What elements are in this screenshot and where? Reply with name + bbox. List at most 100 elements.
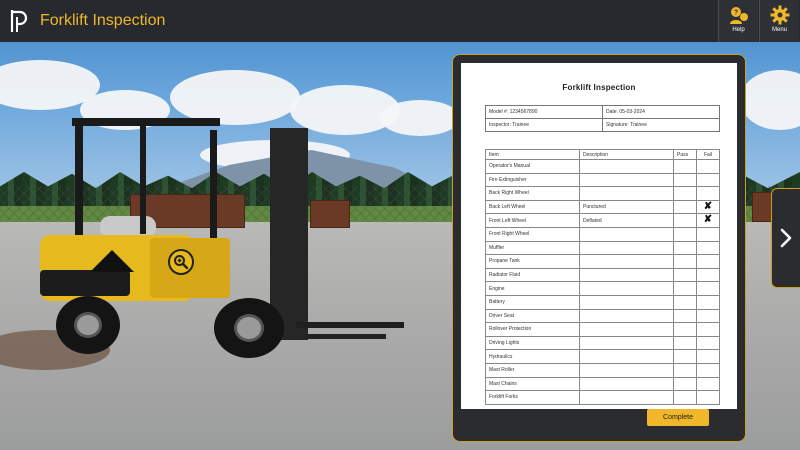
item-cell: Radiator Fluid (484, 267, 581, 283)
menu-button[interactable]: Menu (759, 0, 799, 42)
fail-cell[interactable] (696, 376, 720, 392)
fail-cell[interactable] (696, 362, 720, 378)
inspector-field: Inspector: Trainee (485, 118, 603, 132)
fail-cell[interactable] (696, 172, 720, 188)
fail-check-mark: ✘ (703, 214, 713, 226)
overhead-guard-post (210, 130, 217, 240)
column-header-description: Description (579, 149, 675, 160)
info-table: Model #: 1234567890 Date: 05-03-2024 Ins… (485, 105, 720, 132)
fail-cell[interactable] (696, 186, 720, 201)
fail-cell[interactable] (696, 390, 720, 405)
table-row: Back Left Wheel Punctured ✘ (484, 199, 720, 215)
pass-cell[interactable] (673, 349, 697, 364)
pass-cell[interactable] (673, 226, 697, 242)
description-cell[interactable] (579, 159, 675, 174)
fail-cell[interactable] (696, 226, 720, 242)
table-row: Muffler (484, 240, 720, 256)
date-field: Date: 05-03-2024 (602, 105, 720, 119)
description-cell[interactable]: Punctured (579, 199, 675, 215)
pass-cell[interactable] (673, 322, 697, 337)
cloud (170, 70, 300, 125)
help-icon: ? (729, 7, 748, 24)
description-cell[interactable] (579, 267, 675, 283)
fail-cell[interactable] (696, 281, 720, 296)
description-cell[interactable] (579, 376, 675, 392)
fail-cell[interactable] (696, 267, 720, 283)
inspection-panel: Forklift Inspection Model #: 1234567890 … (452, 54, 746, 442)
description-cell[interactable] (579, 186, 675, 201)
pass-cell[interactable] (673, 199, 697, 215)
gear-icon (770, 5, 789, 25)
overhead-guard-roof (72, 118, 220, 126)
fail-cell[interactable] (696, 294, 720, 310)
column-header-fail: Fail (696, 149, 720, 160)
fail-cell[interactable]: ✘ (696, 199, 720, 215)
pass-cell[interactable] (673, 240, 697, 256)
fail-cell[interactable] (696, 335, 720, 351)
pass-cell[interactable] (673, 308, 697, 324)
table-row: Fire Extinguisher (484, 172, 720, 188)
pass-cell[interactable] (673, 159, 697, 174)
table-row: Back Right Wheel (484, 186, 720, 201)
item-cell: Hydraulics (484, 349, 581, 364)
description-cell[interactable] (579, 362, 675, 378)
item-cell: Mast Chains (484, 376, 581, 392)
complete-button[interactable]: Complete (647, 409, 709, 426)
fail-cell[interactable] (696, 254, 720, 269)
description-cell[interactable] (579, 322, 675, 337)
pass-cell[interactable] (673, 390, 697, 405)
pass-cell[interactable] (673, 254, 697, 269)
description-cell[interactable] (579, 254, 675, 269)
table-header-row: Item Description Pass Fail (484, 149, 720, 160)
fail-check-mark: ✘ (703, 200, 713, 212)
pass-cell[interactable] (673, 362, 697, 378)
description-cell[interactable] (579, 172, 675, 188)
pass-cell[interactable] (673, 172, 697, 188)
inspection-items-table: Item Description Pass Fail Operator's Ma… (484, 149, 720, 405)
table-row: Forklift Forks (484, 390, 720, 405)
pass-cell[interactable] (673, 335, 697, 351)
description-cell[interactable] (579, 390, 675, 405)
overhead-guard-post (75, 120, 83, 240)
menu-label: Menu (771, 27, 787, 33)
logo-icon (10, 10, 28, 32)
fail-cell[interactable] (696, 159, 720, 174)
pass-cell[interactable] (673, 213, 697, 228)
wheel-hub (234, 314, 264, 342)
table-row: Engine (484, 281, 720, 296)
item-cell: Propane Tank (484, 254, 581, 269)
fail-cell[interactable] (696, 308, 720, 324)
description-cell[interactable] (579, 308, 675, 324)
overhead-guard-post (140, 124, 146, 234)
item-cell: Battery (484, 294, 581, 310)
item-cell: Engine (484, 281, 581, 296)
item-cell: Driving Lights (484, 335, 581, 351)
description-cell[interactable] (579, 294, 675, 310)
description-cell[interactable] (579, 349, 675, 364)
fail-cell[interactable] (696, 322, 720, 337)
pass-cell[interactable] (673, 376, 697, 392)
zoom-inspect-button[interactable] (168, 249, 194, 275)
pass-cell[interactable] (673, 294, 697, 310)
fail-cell[interactable] (696, 240, 720, 256)
fail-cell[interactable]: ✘ (696, 213, 720, 228)
app-logo (2, 0, 36, 42)
pass-cell[interactable] (673, 281, 697, 296)
help-button[interactable]: ? Help (718, 0, 758, 42)
table-row: Mast Roller (484, 362, 720, 378)
pass-cell[interactable] (673, 267, 697, 283)
table-row: Rollover Protection (484, 322, 720, 337)
forklift-fork (296, 322, 404, 328)
item-cell: Forklift Forks (484, 390, 581, 405)
description-cell[interactable] (579, 335, 675, 351)
svg-text:?: ? (733, 10, 737, 17)
fail-cell[interactable] (696, 349, 720, 364)
description-cell[interactable] (579, 240, 675, 256)
table-row: Battery (484, 294, 720, 310)
description-cell[interactable] (579, 281, 675, 296)
description-cell[interactable]: Deflated (579, 213, 675, 228)
next-button[interactable] (771, 188, 800, 288)
table-row: Operator's Manual (484, 159, 720, 174)
description-cell[interactable] (579, 226, 675, 242)
pass-cell[interactable] (673, 186, 697, 201)
